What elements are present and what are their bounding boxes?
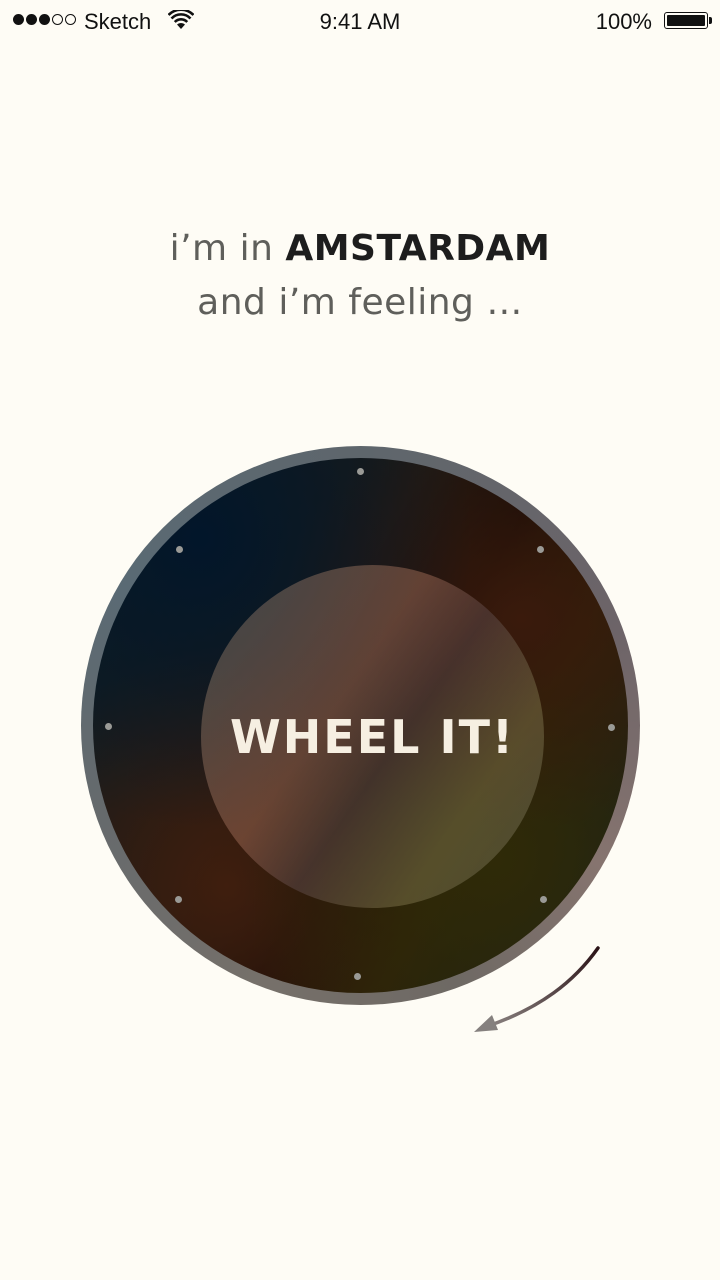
city-name[interactable]: AMSTARDAM [285, 228, 550, 269]
wheel-tick [354, 973, 361, 980]
battery-icon [664, 12, 708, 29]
wheel-it-button[interactable]: WHEEL IT! [201, 565, 544, 908]
location-prefix: i’m in [169, 228, 274, 269]
battery-percentage: 100% [595, 9, 652, 34]
headline: i’m in AMSTARDAM and i’m feeling … [0, 222, 720, 330]
wheel-tick [537, 546, 544, 553]
mood-wheel[interactable]: WHEEL IT! [81, 446, 640, 1005]
wheel-tick [175, 896, 182, 903]
wheel-face[interactable]: WHEEL IT! [93, 458, 628, 993]
wheel-it-label: WHEEL IT! [230, 709, 515, 764]
wheel-tick [357, 468, 364, 475]
screen: Sketch 9:41 AM 100% i’m in AMSTARDAM and… [0, 0, 720, 1280]
headline-line-1: i’m in AMSTARDAM [0, 222, 720, 276]
wheel-tick [176, 546, 183, 553]
curved-arrow-icon [474, 946, 600, 1032]
wheel-tick [608, 724, 615, 731]
battery-tip [709, 17, 712, 24]
wheel-tick [105, 723, 112, 730]
status-bar: Sketch 9:41 AM 100% [0, 0, 720, 42]
wheel-tick [540, 896, 547, 903]
headline-line-2: and i’m feeling … [197, 282, 523, 323]
